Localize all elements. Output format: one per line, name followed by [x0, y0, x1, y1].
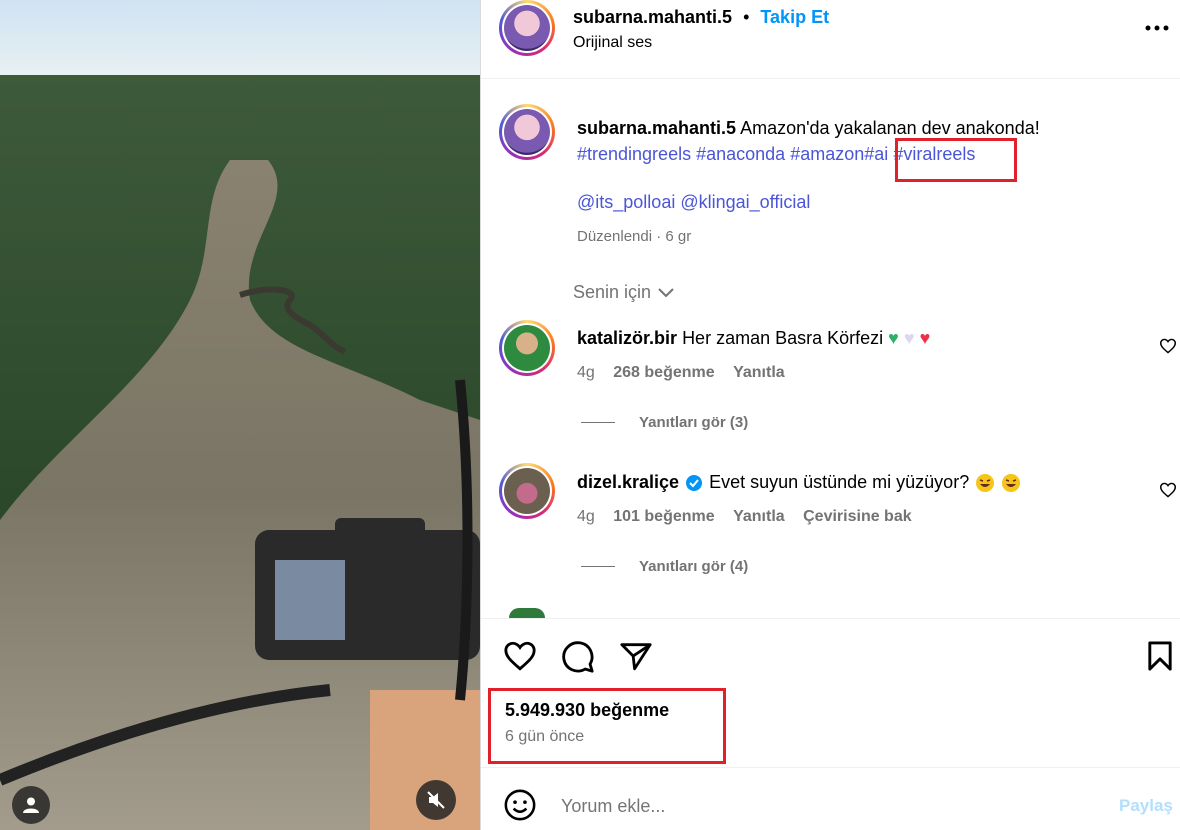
view-replies-button[interactable]: Yanıtları gör (3): [581, 414, 748, 431]
comment-box-divider: [481, 767, 1180, 768]
laughing-face-icon: [1001, 473, 1021, 493]
translate-button[interactable]: Çevirisine bak: [803, 508, 912, 525]
header-line: subarna.mahanti.5 • Takip Et: [573, 7, 829, 28]
dot: ·: [656, 228, 662, 245]
comment-like-heart-icon[interactable]: [1159, 338, 1177, 354]
verified-badge-icon: [685, 474, 703, 492]
smile-icon[interactable]: [503, 788, 537, 822]
chevron-down-icon: [657, 287, 675, 299]
comment-input[interactable]: [559, 788, 1083, 824]
comment-text: Evet suyun üstünde mi yüzüyor?: [709, 472, 970, 492]
user-icon[interactable]: [12, 786, 50, 824]
laughing-face-icon: [975, 473, 995, 493]
comment-time[interactable]: 4g: [577, 364, 595, 381]
replies-line: [581, 422, 615, 423]
filter-label: Senin için: [573, 282, 652, 302]
comment-username[interactable]: katalizör.bir: [577, 328, 677, 348]
white-heart-icon: ♥: [903, 328, 915, 348]
caption-avatar[interactable]: [499, 104, 555, 160]
highlight-box-hashtags: [895, 138, 1017, 182]
post-comment-button[interactable]: Paylaş: [1119, 796, 1173, 816]
caption-meta: Düzenlendi · 6 gr: [577, 228, 691, 245]
comment-text: Her zaman Basra Körfezi: [682, 328, 884, 348]
video-frame: [0, 0, 480, 830]
comment-filter[interactable]: Senin için: [573, 282, 675, 303]
header-avatar[interactable]: [499, 0, 555, 56]
reply-button[interactable]: Yanıtla: [733, 364, 785, 381]
comment-avatar-partial: [509, 608, 545, 618]
view-replies-label: Yanıtları gör (4): [639, 558, 749, 575]
comment-avatar[interactable]: [499, 320, 555, 376]
comment-avatar[interactable]: [499, 463, 555, 519]
video-panel[interactable]: [0, 0, 480, 830]
highlight-box-stats: [488, 688, 726, 764]
comment-time[interactable]: 4g: [577, 508, 595, 525]
comment-body: katalizör.bir Her zaman Basra Körfezi ♥ …: [577, 328, 930, 349]
separator: •: [743, 7, 750, 27]
mention[interactable]: @its_polloai: [577, 192, 675, 212]
audio-label[interactable]: Orijinal ses: [573, 34, 652, 52]
view-replies-label: Yanıtları gör (3): [639, 414, 749, 431]
comment-icon[interactable]: [561, 640, 595, 674]
caption-username[interactable]: subarna.mahanti.5: [577, 118, 736, 138]
red-heart-icon: ♥: [919, 328, 931, 348]
comment-likes[interactable]: 101 beğenme: [613, 508, 714, 525]
heart-icon[interactable]: [503, 640, 537, 672]
follow-button[interactable]: Takip Et: [760, 7, 829, 27]
comment-like-heart-icon[interactable]: [1159, 482, 1177, 498]
comment-likes[interactable]: 268 beğenme: [613, 364, 714, 381]
muted-speaker-icon[interactable]: [416, 780, 456, 820]
bookmark-icon[interactable]: [1145, 640, 1175, 672]
more-horizontal-icon[interactable]: [1145, 18, 1169, 38]
replies-line: [581, 566, 615, 567]
header-username[interactable]: subarna.mahanti.5: [573, 7, 732, 27]
comment-meta: 4g 101 beğenme Yanıtla Çevirisine bak: [577, 508, 912, 526]
post-panel: subarna.mahanti.5 • Takip Et Orijinal se…: [480, 0, 1180, 830]
comment-username[interactable]: dizel.kraliçe: [577, 472, 679, 493]
send-icon[interactable]: [619, 640, 653, 672]
actions-divider: [481, 618, 1180, 619]
edited-label: Düzenlendi: [577, 228, 653, 245]
caption-time[interactable]: 6 gr: [665, 228, 691, 245]
caption: subarna.mahanti.5 Amazon'da yakalanan de…: [577, 115, 1157, 167]
reply-button[interactable]: Yanıtla: [733, 508, 785, 525]
hashtag[interactable]: #ai: [864, 144, 888, 164]
view-replies-button[interactable]: Yanıtları gör (4): [581, 558, 748, 575]
mentions: @its_polloai @klingai_official: [577, 192, 810, 213]
comment-body: dizel.kraliçe Evet suyun üstünde mi yüzü…: [577, 472, 1021, 493]
header-divider: [481, 78, 1180, 79]
mention[interactable]: @klingai_official: [680, 192, 810, 212]
comment-meta: 4g 268 beğenme Yanıtla: [577, 364, 785, 382]
caption-text: Amazon'da yakalanan dev anakonda!: [740, 118, 1040, 138]
green-heart-icon: ♥: [888, 328, 899, 348]
hashtag[interactable]: #amazon: [790, 144, 864, 164]
hashtag[interactable]: #trendingreels: [577, 144, 691, 164]
hashtag[interactable]: #anaconda: [696, 144, 785, 164]
